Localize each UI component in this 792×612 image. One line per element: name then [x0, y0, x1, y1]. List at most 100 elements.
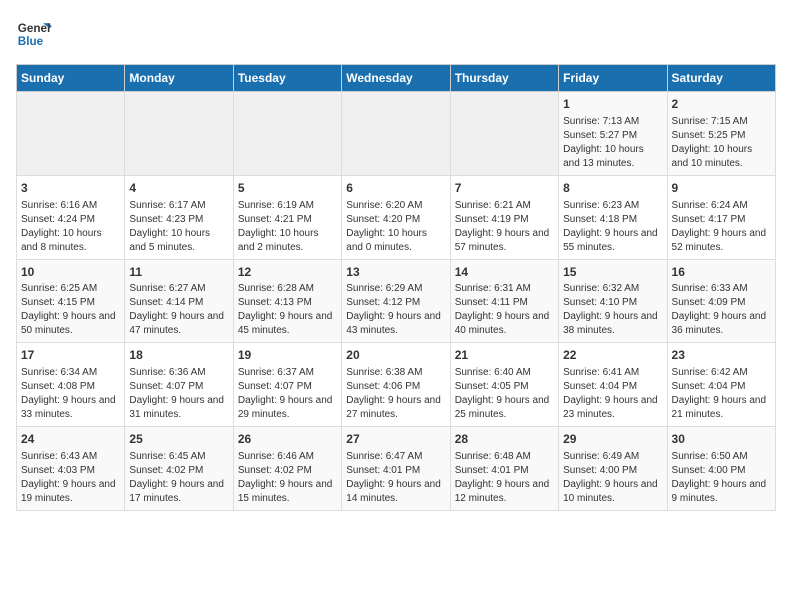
- calendar-table: SundayMondayTuesdayWednesdayThursdayFrid…: [16, 64, 776, 511]
- day-info: Sunrise: 6:16 AM Sunset: 4:24 PM Dayligh…: [21, 199, 120, 255]
- day-info: Sunrise: 7:13 AM Sunset: 5:27 PM Dayligh…: [563, 115, 662, 171]
- calendar-cell: 7 Sunrise: 6:21 AM Sunset: 4:19 PM Daylig…: [450, 175, 558, 259]
- day-info: Sunrise: 6:38 AM Sunset: 4:06 PM Dayligh…: [346, 366, 445, 422]
- day-info: Sunrise: 6:24 AM Sunset: 4:17 PM Dayligh…: [672, 199, 771, 255]
- day-number: 28: [455, 431, 554, 448]
- calendar-week-3: 10Sunrise: 6:25 AM Sunset: 4:15 PM Dayli…: [17, 259, 776, 343]
- day-number: 13: [346, 264, 445, 281]
- day-info: Sunrise: 7:15 AM Sunset: 5:25 PM Dayligh…: [672, 115, 771, 171]
- calendar-cell: 26Sunrise: 6:46 AM Sunset: 4:02 PM Dayli…: [233, 427, 341, 511]
- calendar-cell: 24 Sunrise: 6:43 AM Sunset: 4:03 PM Dayli…: [17, 427, 125, 511]
- day-info: Sunrise: 6:34 AM Sunset: 4:08 PM Dayligh…: [21, 366, 120, 422]
- day-number: 5: [238, 180, 337, 197]
- calendar-week-2: 3Sunrise: 6:16 AM Sunset: 4:24 PM Daylig…: [17, 175, 776, 259]
- day-info: Sunrise: 6:27 AM Sunset: 4:14 PM Dayligh…: [129, 282, 228, 338]
- svg-text:Blue: Blue: [18, 35, 44, 48]
- calendar-cell: 10Sunrise: 6:25 AM Sunset: 4:15 PM Dayli…: [17, 259, 125, 343]
- day-number: 1: [563, 96, 662, 113]
- calendar-cell: 6 Sunrise: 6:20 AM Sunset: 4:20 PM Daylig…: [342, 175, 450, 259]
- calendar-cell: [17, 92, 125, 176]
- day-number: 30: [672, 431, 771, 448]
- day-info: Sunrise: 6:17 AM Sunset: 4:23 PM Dayligh…: [129, 199, 228, 255]
- day-number: 17: [21, 347, 120, 364]
- day-number: 24: [21, 431, 120, 448]
- calendar-cell: 9 Sunrise: 6:24 AM Sunset: 4:17 PM Daylig…: [667, 175, 775, 259]
- calendar-cell: 4 Sunrise: 6:17 AM Sunset: 4:23 PM Daylig…: [125, 175, 233, 259]
- day-info: Sunrise: 6:31 AM Sunset: 4:11 PM Dayligh…: [455, 282, 554, 338]
- calendar-header-sunday: Sunday: [17, 65, 125, 92]
- day-number: 19: [238, 347, 337, 364]
- calendar-cell: 18 Sunrise: 6:36 AM Sunset: 4:07 PM Dayli…: [125, 343, 233, 427]
- day-number: 21: [455, 347, 554, 364]
- day-info: Sunrise: 6:46 AM Sunset: 4:02 PM Dayligh…: [238, 450, 337, 506]
- day-number: 23: [672, 347, 771, 364]
- calendar-cell: 25 Sunrise: 6:45 AM Sunset: 4:02 PM Dayli…: [125, 427, 233, 511]
- calendar-cell: 17 Sunrise: 6:34 AM Sunset: 4:08 PM Dayli…: [17, 343, 125, 427]
- calendar-cell: 12Sunrise: 6:28 AM Sunset: 4:13 PM Dayli…: [233, 259, 341, 343]
- calendar-cell: 28Sunrise: 6:48 AM Sunset: 4:01 PM Dayli…: [450, 427, 558, 511]
- calendar-cell: 3Sunrise: 6:16 AM Sunset: 4:24 PM Daylig…: [17, 175, 125, 259]
- day-info: Sunrise: 6:19 AM Sunset: 4:21 PM Dayligh…: [238, 199, 337, 255]
- calendar-cell: [125, 92, 233, 176]
- logo-icon: General Blue: [16, 16, 52, 52]
- calendar-cell: 14Sunrise: 6:31 AM Sunset: 4:11 PM Dayli…: [450, 259, 558, 343]
- day-number: 22: [563, 347, 662, 364]
- day-info: Sunrise: 6:21 AM Sunset: 4:19 PM Dayligh…: [455, 199, 554, 255]
- logo: General Blue: [16, 16, 56, 52]
- day-info: Sunrise: 6:41 AM Sunset: 4:04 PM Dayligh…: [563, 366, 662, 422]
- calendar-cell: 27 Sunrise: 6:47 AM Sunset: 4:01 PM Dayli…: [342, 427, 450, 511]
- day-number: 14: [455, 264, 554, 281]
- day-info: Sunrise: 6:28 AM Sunset: 4:13 PM Dayligh…: [238, 282, 337, 338]
- calendar-header-saturday: Saturday: [667, 65, 775, 92]
- day-info: Sunrise: 6:33 AM Sunset: 4:09 PM Dayligh…: [672, 282, 771, 338]
- day-number: 18: [129, 347, 228, 364]
- calendar-cell: 1 Sunrise: 7:13 AM Sunset: 5:27 PM Daylig…: [559, 92, 667, 176]
- calendar-header-tuesday: Tuesday: [233, 65, 341, 92]
- day-number: 27: [346, 431, 445, 448]
- day-number: 4: [129, 180, 228, 197]
- calendar-cell: 22 Sunrise: 6:41 AM Sunset: 4:04 PM Dayli…: [559, 343, 667, 427]
- day-number: 8: [563, 180, 662, 197]
- calendar-cell: 23 Sunrise: 6:42 AM Sunset: 4:04 PM Dayli…: [667, 343, 775, 427]
- day-number: 7: [455, 180, 554, 197]
- day-info: Sunrise: 6:43 AM Sunset: 4:03 PM Dayligh…: [21, 450, 120, 506]
- calendar-cell: 8 Sunrise: 6:23 AM Sunset: 4:18 PM Daylig…: [559, 175, 667, 259]
- day-number: 16: [672, 264, 771, 281]
- calendar-header-thursday: Thursday: [450, 65, 558, 92]
- day-number: 11: [129, 264, 228, 281]
- day-number: 2: [672, 96, 771, 113]
- calendar-cell: 11Sunrise: 6:27 AM Sunset: 4:14 PM Dayli…: [125, 259, 233, 343]
- calendar-cell: 21 Sunrise: 6:40 AM Sunset: 4:05 PM Dayli…: [450, 343, 558, 427]
- day-info: Sunrise: 6:42 AM Sunset: 4:04 PM Dayligh…: [672, 366, 771, 422]
- calendar-week-1: 1 Sunrise: 7:13 AM Sunset: 5:27 PM Daylig…: [17, 92, 776, 176]
- day-info: Sunrise: 6:50 AM Sunset: 4:00 PM Dayligh…: [672, 450, 771, 506]
- day-number: 10: [21, 264, 120, 281]
- day-info: Sunrise: 6:49 AM Sunset: 4:00 PM Dayligh…: [563, 450, 662, 506]
- day-number: 15: [563, 264, 662, 281]
- day-info: Sunrise: 6:23 AM Sunset: 4:18 PM Dayligh…: [563, 199, 662, 255]
- day-info: Sunrise: 6:29 AM Sunset: 4:12 PM Dayligh…: [346, 282, 445, 338]
- day-info: Sunrise: 6:45 AM Sunset: 4:02 PM Dayligh…: [129, 450, 228, 506]
- day-number: 12: [238, 264, 337, 281]
- calendar-cell: 30 Sunrise: 6:50 AM Sunset: 4:00 PM Dayli…: [667, 427, 775, 511]
- calendar-week-4: 17 Sunrise: 6:34 AM Sunset: 4:08 PM Dayli…: [17, 343, 776, 427]
- calendar-header-row: SundayMondayTuesdayWednesdayThursdayFrid…: [17, 65, 776, 92]
- calendar-header-wednesday: Wednesday: [342, 65, 450, 92]
- calendar-cell: [233, 92, 341, 176]
- calendar-week-5: 24 Sunrise: 6:43 AM Sunset: 4:03 PM Dayli…: [17, 427, 776, 511]
- day-info: Sunrise: 6:47 AM Sunset: 4:01 PM Dayligh…: [346, 450, 445, 506]
- day-info: Sunrise: 6:37 AM Sunset: 4:07 PM Dayligh…: [238, 366, 337, 422]
- calendar-cell: 5 Sunrise: 6:19 AM Sunset: 4:21 PM Daylig…: [233, 175, 341, 259]
- day-number: 6: [346, 180, 445, 197]
- day-info: Sunrise: 6:36 AM Sunset: 4:07 PM Dayligh…: [129, 366, 228, 422]
- day-number: 25: [129, 431, 228, 448]
- day-info: Sunrise: 6:25 AM Sunset: 4:15 PM Dayligh…: [21, 282, 120, 338]
- calendar-cell: 29Sunrise: 6:49 AM Sunset: 4:00 PM Dayli…: [559, 427, 667, 511]
- calendar-cell: [450, 92, 558, 176]
- calendar-header-friday: Friday: [559, 65, 667, 92]
- day-info: Sunrise: 6:40 AM Sunset: 4:05 PM Dayligh…: [455, 366, 554, 422]
- day-number: 9: [672, 180, 771, 197]
- calendar-cell: 15Sunrise: 6:32 AM Sunset: 4:10 PM Dayli…: [559, 259, 667, 343]
- page-header: General Blue: [16, 16, 776, 52]
- day-info: Sunrise: 6:20 AM Sunset: 4:20 PM Dayligh…: [346, 199, 445, 255]
